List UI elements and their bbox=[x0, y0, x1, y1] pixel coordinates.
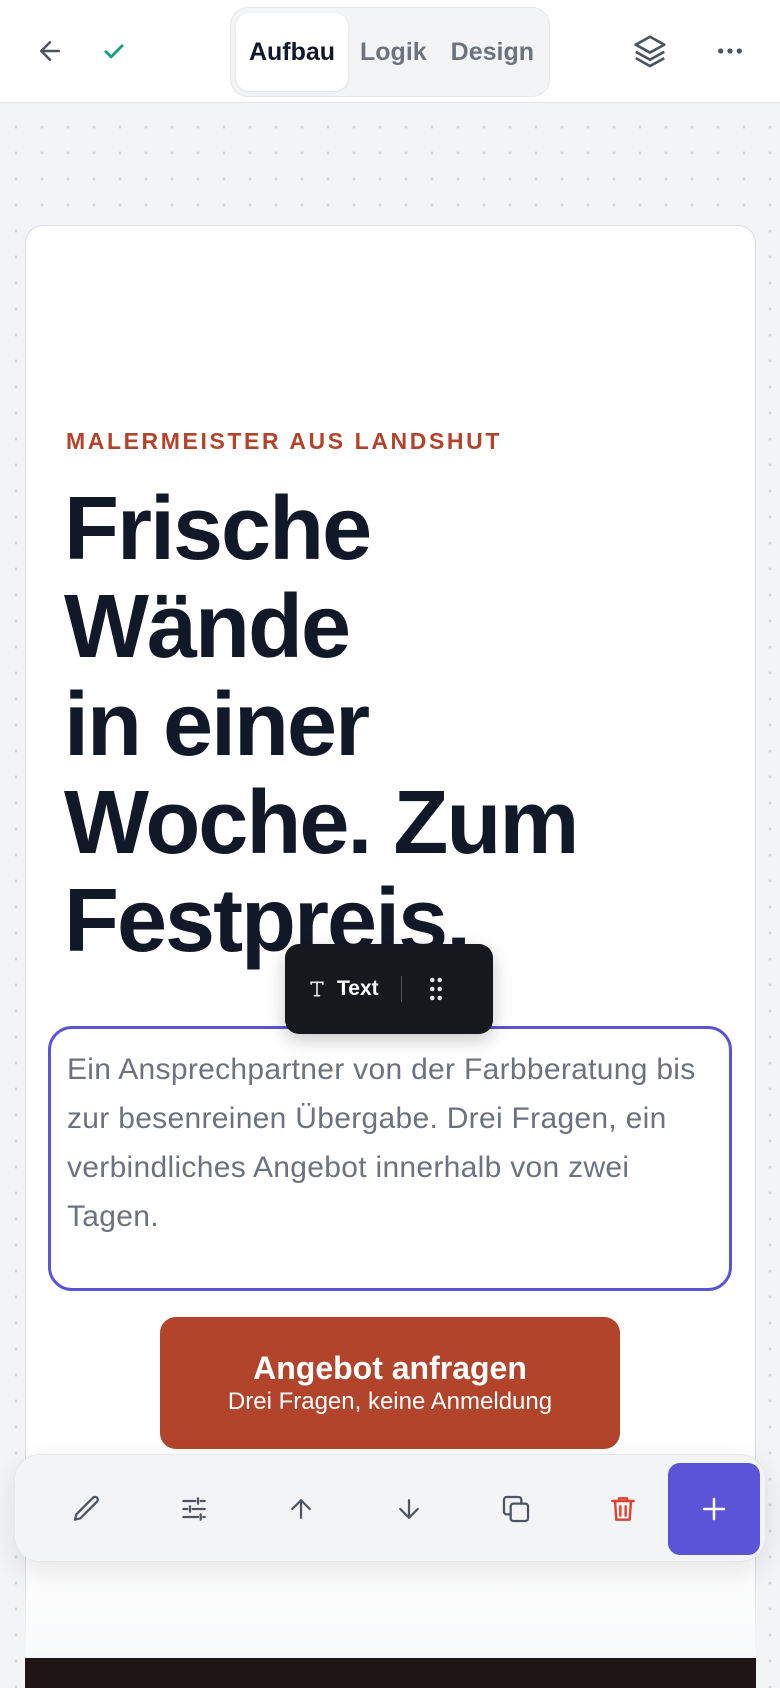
duplicate-button[interactable] bbox=[484, 1477, 548, 1541]
arrow-left-icon bbox=[40, 41, 60, 61]
saved-status bbox=[86, 23, 142, 79]
canvas-fade bbox=[25, 1560, 756, 1660]
arrow-up-icon bbox=[291, 1499, 311, 1519]
top-toolbar: Aufbau Logik Design bbox=[0, 0, 780, 103]
text-type-icon bbox=[310, 981, 324, 997]
pencil-icon bbox=[73, 1495, 99, 1521]
back-button[interactable] bbox=[22, 23, 78, 79]
add-block-button[interactable] bbox=[668, 1463, 760, 1555]
hero-headline[interactable]: Frische Wände in einer Woche. Zum Festpr… bbox=[64, 480, 744, 970]
move-up-button[interactable] bbox=[269, 1477, 333, 1541]
arrow-down-icon bbox=[399, 1499, 419, 1519]
check-icon bbox=[104, 44, 124, 59]
cta-button[interactable]: Angebot anfragen Drei Fragen, keine Anme… bbox=[160, 1317, 620, 1449]
layers-button[interactable] bbox=[622, 23, 678, 79]
element-type-label: Text bbox=[337, 977, 379, 1000]
toolbar-divider bbox=[400, 976, 402, 1002]
headline-line: Frische bbox=[64, 479, 372, 579]
delete-button[interactable] bbox=[591, 1477, 655, 1541]
cta-title: Angebot anfragen bbox=[253, 1350, 527, 1386]
tab-design[interactable]: Design bbox=[439, 13, 542, 91]
block-action-bar bbox=[14, 1454, 766, 1562]
sliders-icon bbox=[182, 1497, 206, 1521]
headline-line: Woche. Zum bbox=[64, 773, 579, 873]
headline-line: Wände bbox=[64, 577, 351, 677]
settings-button[interactable] bbox=[162, 1477, 226, 1541]
layers-icon bbox=[634, 35, 666, 68]
selected-text-block[interactable]: Ein Ansprechpartner von der Farbberatung… bbox=[48, 1026, 732, 1291]
more-button[interactable] bbox=[702, 23, 758, 79]
headline-line: in einer bbox=[64, 675, 370, 775]
edit-button[interactable] bbox=[55, 1477, 119, 1541]
tab-aufbau[interactable]: Aufbau bbox=[236, 13, 348, 91]
tab-logik[interactable]: Logik bbox=[348, 13, 439, 91]
copy-icon bbox=[502, 1495, 530, 1523]
mode-tabs: Aufbau Logik Design bbox=[230, 7, 550, 97]
more-horizontal-icon bbox=[718, 48, 742, 54]
next-section-preview bbox=[25, 1658, 756, 1688]
move-down-button[interactable] bbox=[377, 1477, 441, 1541]
plus-icon bbox=[702, 1497, 726, 1521]
hero-eyebrow[interactable]: MALERMEISTER AUS LANDSHUT bbox=[66, 428, 502, 455]
trash-icon bbox=[611, 1497, 635, 1521]
cta-subtitle: Drei Fragen, keine Anmeldung bbox=[227, 1388, 553, 1415]
element-toolbar: Text bbox=[285, 944, 493, 1034]
drag-handle-icon[interactable] bbox=[428, 977, 444, 1001]
hero-body-text[interactable]: Ein Ansprechpartner von der Farbberatung… bbox=[67, 1045, 713, 1241]
